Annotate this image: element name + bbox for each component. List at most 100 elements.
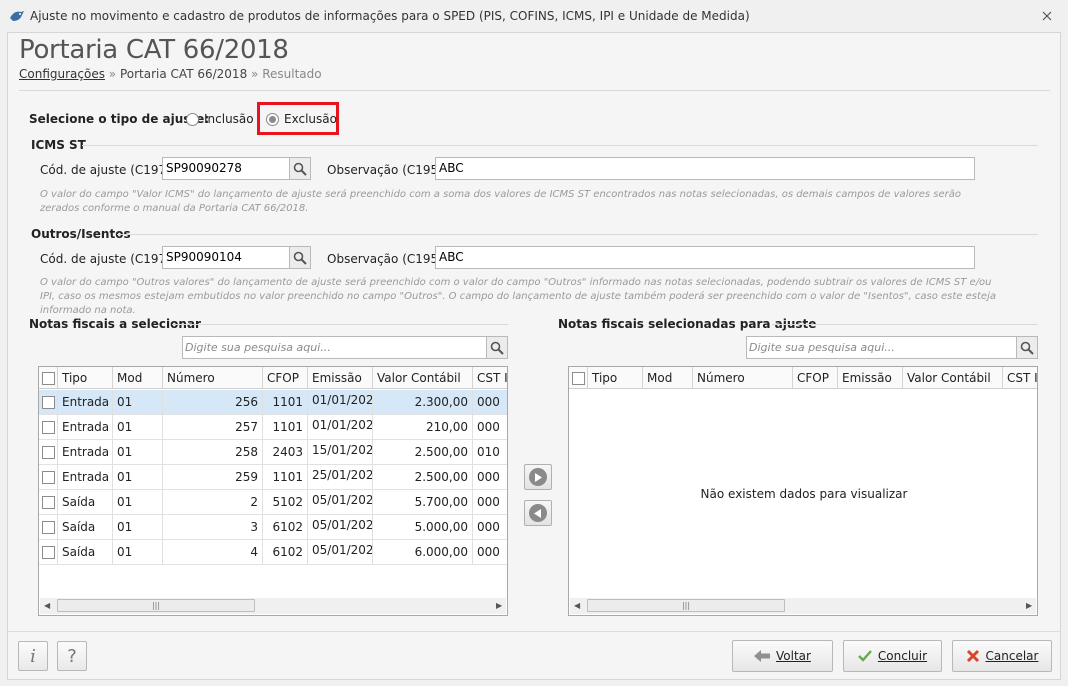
right-grid: Tipo Mod Número CFOP Emissão Valor Contá… [568,366,1038,616]
right-search-button[interactable] [1016,336,1038,359]
select-all-checkbox[interactable] [42,372,55,385]
cell-tipo: Saída [58,490,113,514]
row-checkbox[interactable] [42,496,55,509]
row-checkbox[interactable] [42,471,55,484]
row-checkbox[interactable] [42,421,55,434]
cell-cst: 000 [473,465,507,489]
column-header[interactable]: Valor Contábil [373,367,473,388]
app-logo-icon [10,11,24,21]
breadcrumb-portaria: Portaria CAT 66/2018 [119,67,248,81]
column-header[interactable]: Mod [643,367,693,388]
breadcrumb-configuracoes[interactable]: Configurações [19,67,105,81]
scroll-right-icon[interactable]: ▶ [496,601,502,610]
cell-mod: 01 [113,390,163,414]
cell-tipo: Saída [58,515,113,539]
cell-cst: 000 [473,540,507,564]
breadcrumb-resultado: Resultado [262,67,322,81]
table-row[interactable]: Entrada01258240315/01/20222.500,00010 [39,440,507,465]
icms-st-obs-input[interactable]: ABC [435,157,975,180]
row-checkbox-cell [39,465,58,489]
cell-emissao: 05/01/2022 [308,490,373,514]
cell-valor: 6.000,00 [373,540,473,564]
scroll-thumb[interactable]: ||| [57,599,255,612]
scroll-right-icon[interactable]: ▶ [1026,601,1032,610]
column-header[interactable]: CST IC [1003,367,1037,388]
move-left-button[interactable] [524,500,552,526]
table-row[interactable]: Entrada01257110101/01/2022210,00000 [39,415,507,440]
cell-mod: 01 [113,465,163,489]
cancel-button[interactable]: Cancelar [952,640,1052,672]
icms-st-code-input[interactable]: SP90090278 [162,157,290,180]
cell-valor: 2.300,00 [373,390,473,414]
radio-inclusao[interactable]: Inclusão [186,112,254,126]
column-header[interactable]: Emissão [838,367,903,388]
scroll-thumb[interactable]: ||| [587,599,785,612]
column-header[interactable]: Tipo [588,367,643,388]
table-row[interactable]: Saída014610205/01/20226.000,00000 [39,540,507,565]
column-header[interactable]: Emissão [308,367,373,388]
row-checkbox[interactable] [42,521,55,534]
cell-cfop: 1101 [263,415,308,439]
breadcrumb-separator: » [251,67,259,81]
close-icon[interactable] [1042,11,1052,21]
row-checkbox-cell [39,515,58,539]
radio-exclusao[interactable]: Exclusão [266,112,337,126]
right-grid-divider [772,324,1038,325]
outros-code-input[interactable]: SP90090104 [162,246,290,269]
cell-numero: 258 [163,440,263,464]
cell-cfop: 6102 [263,515,308,539]
right-grid-hscrollbar[interactable]: ◀ ||| ▶ [570,598,1036,614]
scroll-left-icon[interactable]: ◀ [44,601,50,610]
table-row[interactable]: Entrada01256110101/01/20222.300,00000 [39,390,507,415]
column-header[interactable]: Tipo [58,367,113,388]
radio-exclusao-circle[interactable] [266,112,279,126]
icms-st-code-search-button[interactable] [289,157,311,180]
cell-tipo: Entrada [58,390,113,414]
finish-button[interactable]: Concluir [843,640,942,672]
row-checkbox[interactable] [42,446,55,459]
search-icon [293,251,307,265]
row-checkbox[interactable] [42,396,55,409]
outros-code-search-button[interactable] [289,246,311,269]
icms-st-note: O valor do campo "Valor ICMS" do lançame… [40,189,961,214]
column-header[interactable]: CST IC [473,367,507,388]
column-header[interactable]: CFOP [263,367,308,388]
left-grid: Tipo Mod Número CFOP Emissão Valor Contá… [38,366,508,616]
column-header[interactable]: Valor Contábil [903,367,1003,388]
search-icon [490,341,504,355]
back-button[interactable]: Voltar [732,640,833,672]
table-row[interactable]: Saída012510205/01/20225.700,00000 [39,490,507,515]
left-grid-hscrollbar[interactable]: ◀ ||| ▶ [40,598,506,614]
finish-button-label: Concluir [877,649,928,663]
footer-divider [8,631,1060,632]
table-row[interactable]: Saída013610205/01/20225.000,00000 [39,515,507,540]
column-header[interactable]: Número [693,367,793,388]
help-button[interactable]: ? [57,641,87,671]
row-checkbox-cell [39,415,58,439]
select-all-checkbox[interactable] [572,372,585,385]
outros-obs-input[interactable]: ABC [435,246,975,269]
row-checkbox-cell [39,440,58,464]
left-search-input[interactable]: Digite sua pesquisa aqui... [182,336,487,359]
scroll-left-icon[interactable]: ◀ [574,601,580,610]
cell-tipo: Entrada [58,465,113,489]
outros-note: O valor do campo "Outros valores" do lan… [40,277,996,316]
cell-numero: 2 [163,490,263,514]
column-header[interactable]: CFOP [793,367,838,388]
right-search-input[interactable]: Digite sua pesquisa aqui... [746,336,1017,359]
header-checkbox-cell [569,367,588,388]
cell-valor: 5.700,00 [373,490,473,514]
back-button-label: Voltar [776,649,811,663]
left-search-button[interactable] [486,336,508,359]
cell-cfop: 6102 [263,540,308,564]
info-button[interactable]: i [18,641,48,671]
radio-inclusao-circle[interactable] [186,112,199,126]
cell-cst: 010 [473,440,507,464]
move-right-button[interactable] [524,464,552,490]
row-checkbox[interactable] [42,546,55,559]
column-header[interactable]: Número [163,367,263,388]
row-checkbox-cell [39,390,58,414]
column-header[interactable]: Mod [113,367,163,388]
cell-cfop: 2403 [263,440,308,464]
table-row[interactable]: Entrada01259110125/01/20222.500,00000 [39,465,507,490]
